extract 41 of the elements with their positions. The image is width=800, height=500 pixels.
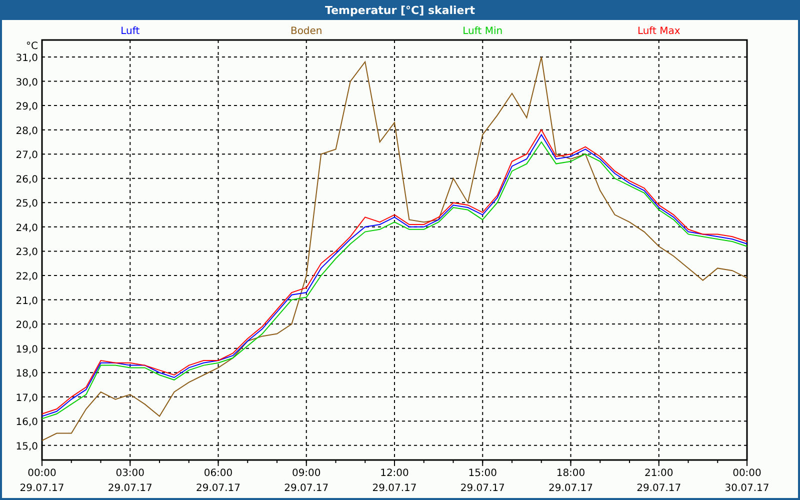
y-tick-label: 23,0	[16, 247, 38, 258]
x-tick-label: 29.07.17	[636, 483, 682, 494]
x-tick-label: 15:00	[468, 468, 498, 479]
x-tick-label: 00:00	[28, 468, 56, 479]
x-tick-label: 12:00	[380, 468, 409, 479]
y-tick-label: 26,0	[16, 174, 38, 186]
x-tick-label: 29.07.17	[108, 483, 152, 494]
y-axis-unit: °C	[26, 41, 38, 52]
x-tick-label: 06:00	[204, 468, 233, 479]
y-tick-label: 25,0	[16, 198, 38, 210]
y-tick-label: 22,0	[16, 272, 38, 282]
x-tick-label: 30.07.17	[724, 483, 770, 494]
legend-label: Luft Min	[462, 26, 503, 37]
y-tick-label: 27,0	[16, 150, 38, 162]
x-tick-label: 29.07.17	[548, 483, 594, 494]
y-tick-label: 28,0	[16, 126, 38, 137]
y-tick-label: 15,0	[16, 441, 38, 452]
window-title: Temperatur [°C] skaliert	[2, 0, 798, 20]
y-tick-label: 19,0	[16, 344, 38, 356]
y-tick-label: 31,0	[16, 53, 38, 64]
y-tick-label: 29,0	[16, 102, 38, 113]
y-tick-label: 18,0	[16, 368, 38, 380]
x-tick-label: 29.07.17	[284, 483, 329, 494]
y-tick-label: 30,0	[16, 77, 38, 88]
x-tick-label: 09:00	[292, 468, 321, 479]
x-tick-label: 03:00	[116, 468, 145, 479]
legend-label: Luft Max	[637, 26, 680, 37]
y-tick-label: 16,0	[16, 417, 38, 428]
x-tick-label: 29.07.17	[196, 483, 241, 494]
legend-label: Boden	[290, 26, 322, 37]
x-tick-label: 29.07.17	[460, 483, 505, 494]
y-tick-label: 24,0	[16, 222, 38, 234]
y-tick-label: 20,0	[16, 320, 38, 332]
x-tick-label: 18:00	[556, 468, 586, 479]
x-tick-label: 29.07.17	[372, 483, 417, 494]
x-tick-label: 29.07.17	[20, 483, 64, 494]
y-tick-label: 17,0	[16, 392, 38, 404]
x-tick-label: 00:00	[732, 468, 762, 479]
x-tick-label: 21:00	[644, 468, 674, 479]
legend-label: Luft	[120, 26, 140, 37]
y-tick-label: 21,0	[16, 296, 38, 307]
